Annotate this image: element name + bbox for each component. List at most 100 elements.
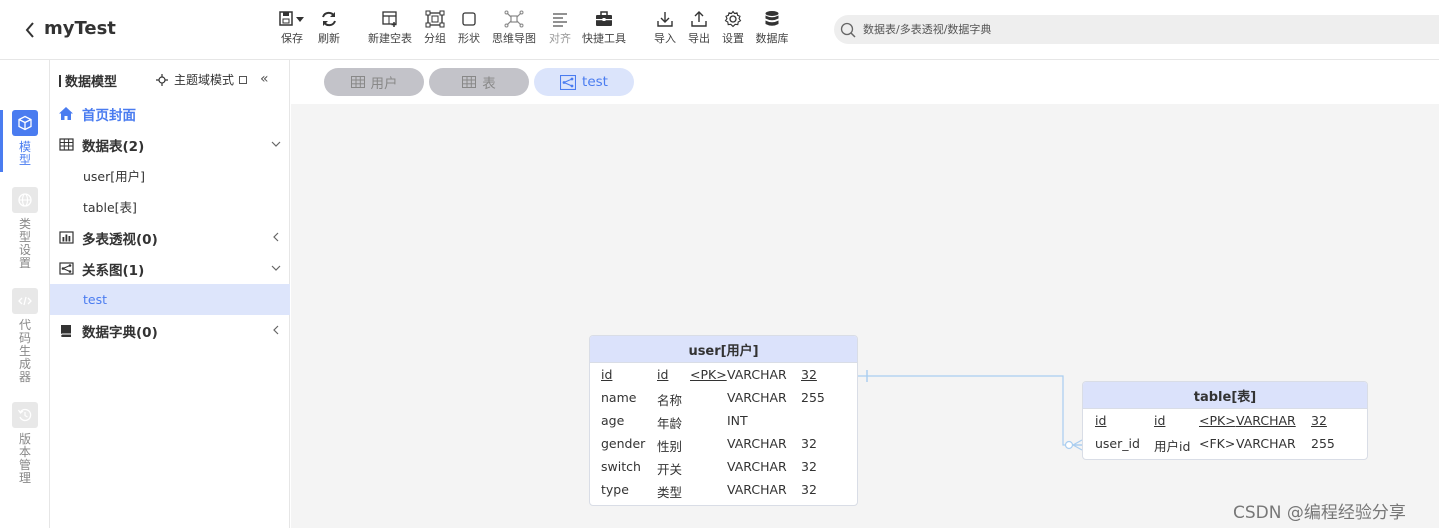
field-type: VARCHAR (727, 367, 787, 382)
field-length: 32 (801, 436, 817, 451)
tab-table[interactable]: 表 (429, 68, 529, 96)
rail-item-model[interactable]: 模型 (0, 110, 50, 167)
panel-title: 数据模型 (59, 71, 117, 90)
entity-field-row[interactable]: id id <PK> VARCHAR 32 (1083, 409, 1367, 432)
chevron-down-icon[interactable] (270, 261, 282, 275)
tree-leaf-relation[interactable]: test (50, 284, 290, 315)
app-title: myTest (44, 18, 116, 39)
table-icon (57, 136, 75, 154)
collapse-panel-button[interactable]: « (260, 71, 269, 87)
rail-item-code-generator[interactable]: 代码生成器 (0, 288, 50, 384)
tree-item-tables[interactable]: 数据表(2) (50, 129, 290, 160)
left-rail: 模型 类型设置 代码生成器 版本管理 (0, 60, 50, 528)
field-name: 名称 (657, 393, 683, 408)
bar-chart-icon (57, 229, 75, 247)
field-type: VARCHAR (1236, 413, 1296, 428)
tree-item-relations[interactable]: 关系图(1) (50, 253, 290, 284)
import-icon (657, 12, 673, 27)
align-button[interactable]: 对齐 (538, 8, 582, 52)
chevron-down-icon[interactable] (270, 137, 282, 151)
entity-field-row[interactable]: id id <PK> VARCHAR 32 (590, 363, 857, 386)
new-table-button[interactable]: 新建空表 (368, 8, 412, 52)
entity-field-row[interactable]: gender 性别 VARCHAR 32 (590, 432, 857, 455)
tree-leaf-table[interactable]: user[用户] (50, 160, 290, 191)
field-name: id (657, 367, 669, 382)
tab-user[interactable]: 用户 (324, 68, 424, 96)
tree-label-dicts: 数据字典(0) (82, 324, 158, 341)
shape-button[interactable]: 形状 (447, 8, 491, 52)
field-length: 255 (801, 390, 825, 405)
shape-icon (462, 12, 476, 26)
relation-line[interactable] (858, 375, 1091, 446)
field-code: switch (601, 459, 641, 474)
entity-title: user[用户] (590, 336, 857, 363)
field-length: 255 (1311, 436, 1335, 451)
entity-table[interactable]: table[表] id id <PK> VARCHAR 32 user_id 用… (1082, 381, 1368, 460)
import-label: 导入 (654, 32, 676, 45)
history-icon (12, 402, 38, 428)
entity-user[interactable]: user[用户] id id <PK> VARCHAR 32 name 名称 V… (589, 335, 858, 506)
theme-mode-toggle[interactable]: 主题域模式 (156, 71, 248, 88)
chevron-left-icon[interactable] (270, 230, 282, 244)
group-label: 分组 (424, 32, 446, 45)
field-code: age (601, 413, 625, 428)
tree-label-home: 首页封面 (82, 107, 136, 124)
watermark: CSDN @编程经验分享 (1233, 503, 1406, 523)
mindmap-button[interactable]: 思维导图 (492, 8, 536, 52)
tree-item-home[interactable]: 首页封面 (50, 98, 290, 129)
entity-field-row[interactable]: switch 开关 VARCHAR 32 (590, 455, 857, 478)
field-code: gender (601, 436, 646, 451)
field-type: VARCHAR (727, 390, 787, 405)
diagram-canvas[interactable]: user[用户] id id <PK> VARCHAR 32 name 名称 V… (291, 104, 1439, 528)
field-length: 32 (801, 367, 817, 382)
tree-leaf-table[interactable]: table[表] (50, 191, 290, 222)
field-name: id (1154, 413, 1166, 428)
database-icon (765, 11, 779, 26)
database-button[interactable]: 数据库 (750, 8, 794, 52)
back-button[interactable] (20, 16, 40, 44)
refresh-button[interactable]: 刷新 (307, 8, 351, 52)
refresh-label: 刷新 (318, 32, 340, 45)
rail-item-version-management[interactable]: 版本管理 (0, 402, 50, 485)
relation-links (858, 370, 1091, 451)
code-icon (12, 288, 38, 314)
new-table-label: 新建空表 (368, 32, 412, 45)
tab-test[interactable]: test (534, 68, 634, 96)
align-label: 对齐 (549, 32, 571, 45)
entity-field-row[interactable]: age 年龄 INT (590, 409, 857, 432)
entity-field-row[interactable]: user_id 用户id <FK> VARCHAR 255 (1083, 432, 1367, 455)
theme-mode-checkbox[interactable] (239, 75, 248, 84)
field-code: id (1095, 413, 1107, 428)
tree-item-pivots[interactable]: 多表透视(0) (50, 222, 290, 253)
cube-icon (12, 110, 38, 136)
settings-button[interactable]: 设置 (711, 8, 755, 52)
toolbox-label: 快捷工具 (582, 32, 626, 45)
rail-item-type-settings[interactable]: 类型设置 (0, 187, 50, 270)
field-key: <PK> (1199, 413, 1236, 428)
field-type: VARCHAR (727, 436, 787, 451)
tree-item-dicts[interactable]: 数据字典(0) (50, 315, 290, 346)
field-type: VARCHAR (727, 459, 787, 474)
field-name: 年龄 (657, 416, 683, 431)
field-name: 性别 (657, 439, 683, 454)
search-icon (840, 21, 858, 39)
field-length: 32 (801, 459, 817, 474)
table-icon (350, 76, 365, 88)
export-icon (691, 11, 707, 27)
field-type: INT (727, 413, 748, 428)
field-type: VARCHAR (727, 482, 787, 497)
field-name: 用户id (1154, 439, 1191, 454)
entity-field-row[interactable]: name 名称 VARCHAR 255 (590, 386, 857, 409)
home-icon (57, 105, 75, 123)
field-name: 类型 (657, 485, 683, 500)
many-marker (1072, 439, 1083, 451)
book-icon (57, 322, 75, 340)
chevron-left-icon (25, 22, 34, 38)
search-input[interactable] (863, 23, 1363, 36)
toolbox-button[interactable]: 快捷工具 (582, 8, 626, 52)
chevron-left-icon[interactable] (270, 323, 282, 337)
tab-label: 用户 (370, 76, 398, 92)
field-length: 32 (801, 482, 817, 497)
entity-field-row[interactable]: type 类型 VARCHAR 32 (590, 478, 857, 501)
rail-label-version-management: 版本管理 (18, 432, 31, 485)
